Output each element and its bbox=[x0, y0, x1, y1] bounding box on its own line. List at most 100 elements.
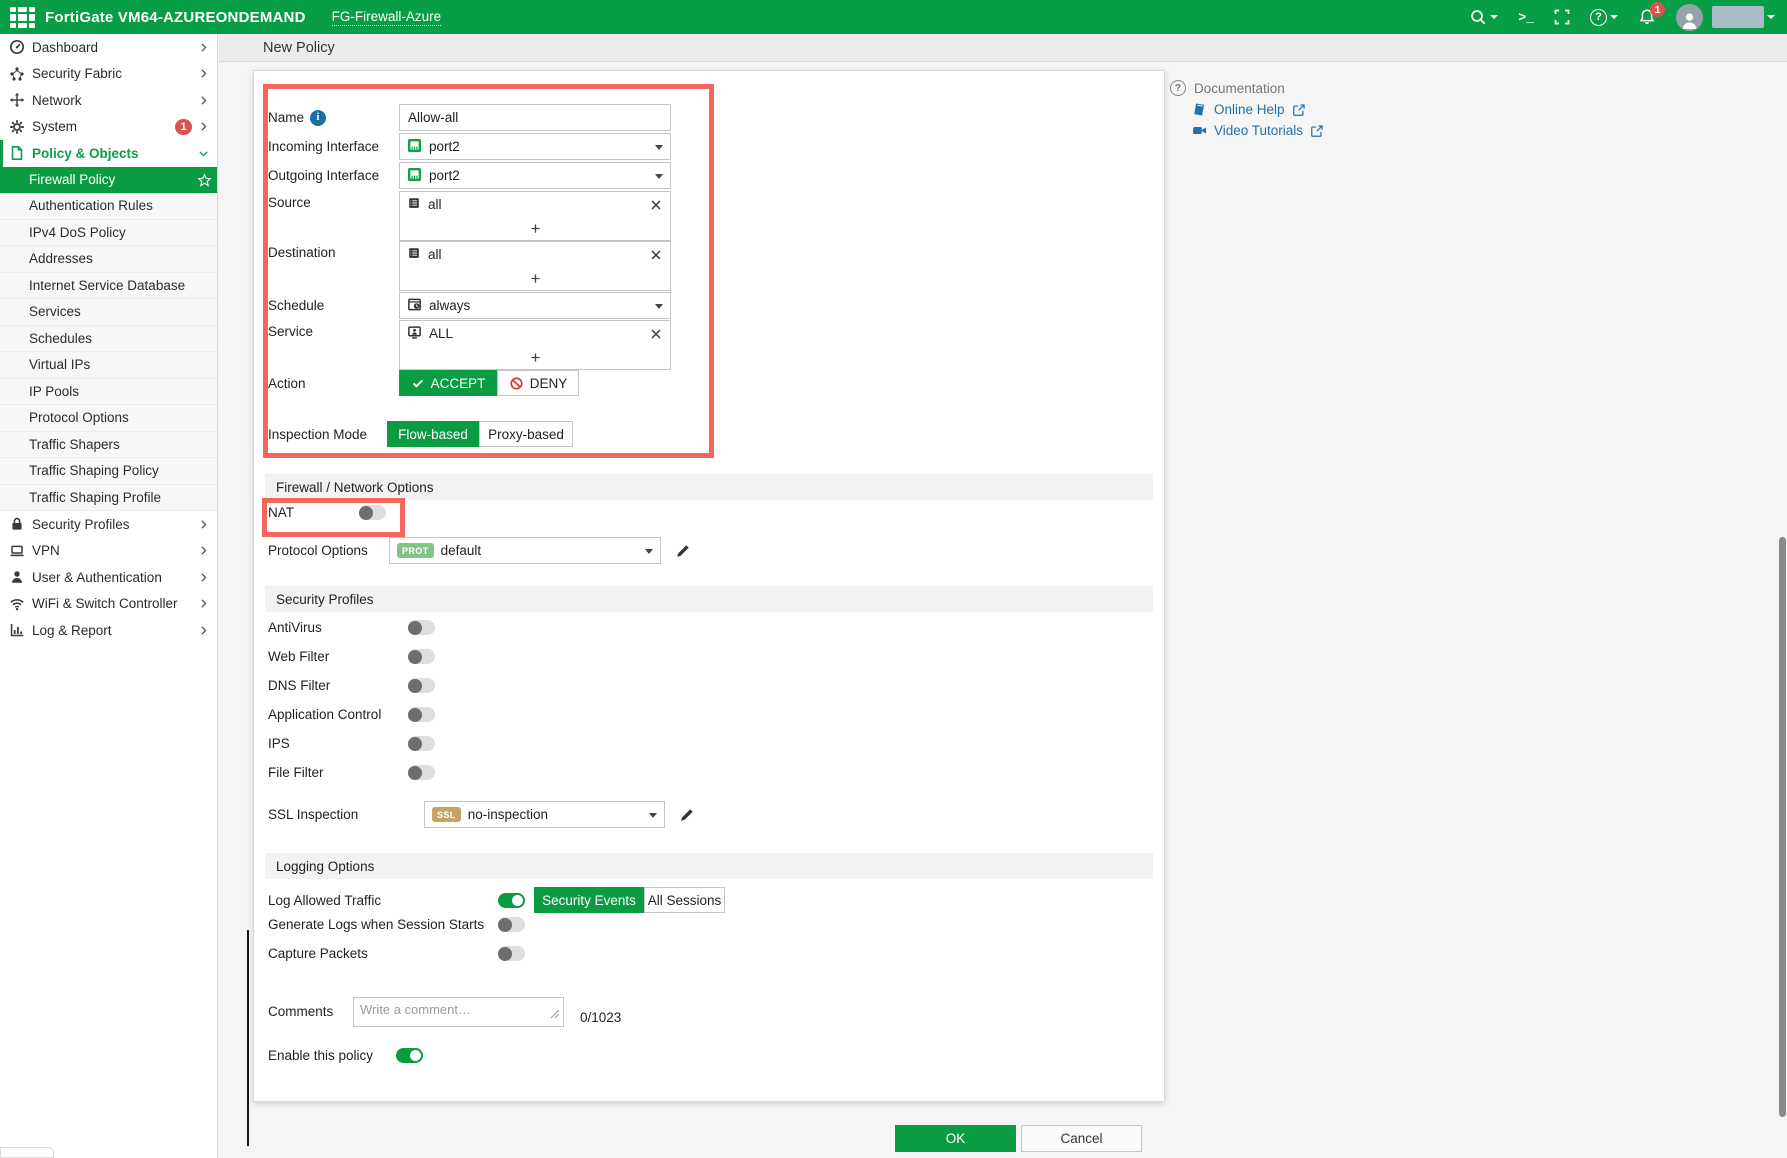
schedule-select[interactable]: always bbox=[399, 292, 671, 319]
service-add-button[interactable] bbox=[400, 346, 670, 369]
capture-packets-row: Capture Packets bbox=[254, 946, 1164, 961]
sidebar-item-traffic-shapers[interactable]: Traffic Shapers bbox=[0, 432, 217, 459]
ssl-inspection-value: no-inspection bbox=[468, 807, 548, 822]
remove-icon[interactable] bbox=[649, 248, 663, 262]
sidebar-item-user-authentication[interactable]: User & Authentication bbox=[0, 564, 217, 591]
deny-button[interactable]: DENY bbox=[497, 370, 579, 396]
source-entry[interactable]: all bbox=[400, 192, 670, 217]
policy-name-input[interactable] bbox=[399, 104, 671, 131]
sidebar-item-log-report[interactable]: Log & Report bbox=[0, 617, 217, 644]
generate-logs-toggle[interactable] bbox=[498, 917, 525, 932]
cli-console-button[interactable]: >_ bbox=[1518, 10, 1534, 25]
sidebar-item-system[interactable]: System 1 bbox=[0, 114, 217, 141]
sidebar-item-schedules[interactable]: Schedules bbox=[0, 326, 217, 353]
ssl-inspection-label: SSL Inspection bbox=[254, 807, 399, 822]
notifications-button[interactable]: 1 bbox=[1638, 8, 1656, 26]
fortinet-logo-icon bbox=[10, 7, 35, 28]
sidebar-item-network[interactable]: Network bbox=[0, 87, 217, 114]
web-filter-row: Web Filter bbox=[254, 649, 1164, 664]
sidebar-item-services[interactable]: Services bbox=[0, 299, 217, 326]
policy-document-icon bbox=[9, 145, 25, 161]
flow-based-button[interactable]: Flow-based bbox=[387, 421, 479, 447]
action-label: Action bbox=[254, 376, 399, 391]
outgoing-interface-select[interactable]: port2 bbox=[399, 162, 671, 189]
sidebar-item-traffic-shaping-policy[interactable]: Traffic Shaping Policy bbox=[0, 458, 217, 485]
outgoing-interface-row: Outgoing Interface port2 bbox=[254, 162, 1164, 189]
ssl-inspection-select[interactable]: SSL no-inspection bbox=[424, 801, 665, 828]
info-icon[interactable]: i bbox=[310, 110, 326, 126]
service-entry[interactable]: ALL bbox=[400, 321, 670, 346]
file-filter-label: File Filter bbox=[254, 765, 408, 780]
person-icon bbox=[9, 569, 25, 585]
destination-add-button[interactable] bbox=[400, 267, 670, 290]
sidebar-item-protocol-options[interactable]: Protocol Options bbox=[0, 405, 217, 432]
destination-entry[interactable]: all bbox=[400, 242, 670, 267]
capture-packets-toggle[interactable] bbox=[498, 946, 525, 961]
star-icon[interactable] bbox=[197, 173, 210, 186]
security-fabric-icon bbox=[9, 66, 25, 82]
ok-button[interactable]: OK bbox=[895, 1125, 1016, 1152]
page-title-bar: New Policy bbox=[219, 34, 1787, 62]
accept-button[interactable]: ACCEPT bbox=[399, 370, 497, 396]
log-allowed-traffic-toggle[interactable] bbox=[498, 893, 525, 908]
sidebar-scrollbar-thumb[interactable] bbox=[247, 930, 249, 1146]
capture-packets-label: Capture Packets bbox=[254, 946, 498, 961]
enable-policy-toggle[interactable] bbox=[396, 1048, 423, 1063]
chevron-down-icon bbox=[649, 813, 657, 818]
sidebar-item-security-fabric[interactable]: Security Fabric bbox=[0, 61, 217, 88]
web-filter-toggle[interactable] bbox=[408, 649, 435, 664]
service-value: ALL bbox=[429, 326, 453, 341]
remove-icon[interactable] bbox=[649, 327, 663, 341]
help-button[interactable]: ? bbox=[1590, 9, 1618, 26]
edit-pencil-icon[interactable] bbox=[675, 543, 691, 559]
page-title: New Policy bbox=[263, 40, 335, 56]
sidebar-item-vpn[interactable]: VPN bbox=[0, 538, 217, 565]
cancel-button[interactable]: Cancel bbox=[1021, 1125, 1142, 1152]
sidebar-item-internet-service-database[interactable]: Internet Service Database bbox=[0, 273, 217, 300]
address-icon bbox=[407, 246, 421, 263]
nat-toggle[interactable] bbox=[359, 505, 386, 520]
deny-icon bbox=[509, 376, 524, 391]
source-add-button[interactable] bbox=[400, 217, 670, 240]
sidebar-item-policy-objects[interactable]: Policy & Objects bbox=[0, 140, 217, 167]
sidebar-item-ip-pools[interactable]: IP Pools bbox=[0, 379, 217, 406]
help-icon: ? bbox=[1590, 9, 1607, 26]
incoming-interface-select[interactable]: port2 bbox=[399, 133, 671, 160]
generate-logs-row: Generate Logs when Session Starts bbox=[254, 917, 1164, 932]
sidebar-item-wifi-switch-controller[interactable]: WiFi & Switch Controller bbox=[0, 591, 217, 618]
application-control-label: Application Control bbox=[254, 707, 408, 722]
ips-toggle[interactable] bbox=[408, 736, 435, 751]
main-scrollbar-thumb[interactable] bbox=[1779, 537, 1786, 1117]
dns-filter-toggle[interactable] bbox=[408, 678, 435, 693]
sidebar-item-traffic-shaping-profile[interactable]: Traffic Shaping Profile bbox=[0, 485, 217, 512]
sidebar-item-ipv4-dos-policy[interactable]: IPv4 DoS Policy bbox=[0, 220, 217, 247]
hostname-link[interactable]: FG-Firewall-Azure bbox=[332, 9, 442, 26]
sidebar-item-virtual-ips[interactable]: Virtual IPs bbox=[0, 352, 217, 379]
sidebar-item-addresses[interactable]: Addresses bbox=[0, 246, 217, 273]
all-sessions-button[interactable]: All Sessions bbox=[644, 887, 725, 913]
wifi-icon bbox=[9, 596, 25, 612]
edit-pencil-icon[interactable] bbox=[679, 807, 695, 823]
chevron-right-icon bbox=[197, 571, 210, 584]
remove-icon[interactable] bbox=[649, 198, 663, 212]
antivirus-toggle[interactable] bbox=[408, 620, 435, 635]
sidebar-item-security-profiles[interactable]: Security Profiles bbox=[0, 511, 217, 538]
video-camera-icon bbox=[1192, 123, 1207, 138]
sidebar-item-firewall-policy[interactable]: Firewall Policy bbox=[0, 167, 217, 194]
user-menu[interactable] bbox=[1676, 4, 1775, 31]
search-button[interactable] bbox=[1469, 8, 1498, 26]
chevron-right-icon bbox=[197, 94, 210, 107]
online-help-link[interactable]: Online Help bbox=[1192, 102, 1480, 117]
proxy-based-button[interactable]: Proxy-based bbox=[479, 421, 573, 447]
comments-textarea[interactable] bbox=[353, 997, 564, 1027]
protocol-options-select[interactable]: PROT default bbox=[389, 537, 661, 564]
sidebar-item-dashboard[interactable]: Dashboard bbox=[0, 34, 217, 61]
sidebar-item-authentication-rules[interactable]: Authentication Rules bbox=[0, 193, 217, 220]
security-events-button[interactable]: Security Events bbox=[534, 887, 644, 913]
application-control-toggle[interactable] bbox=[408, 707, 435, 722]
fullscreen-button[interactable] bbox=[1554, 9, 1570, 25]
ips-label: IPS bbox=[254, 736, 408, 751]
video-tutorials-link[interactable]: Video Tutorials bbox=[1192, 123, 1480, 138]
incoming-interface-row: Incoming Interface port2 bbox=[254, 133, 1164, 160]
file-filter-toggle[interactable] bbox=[408, 765, 435, 780]
